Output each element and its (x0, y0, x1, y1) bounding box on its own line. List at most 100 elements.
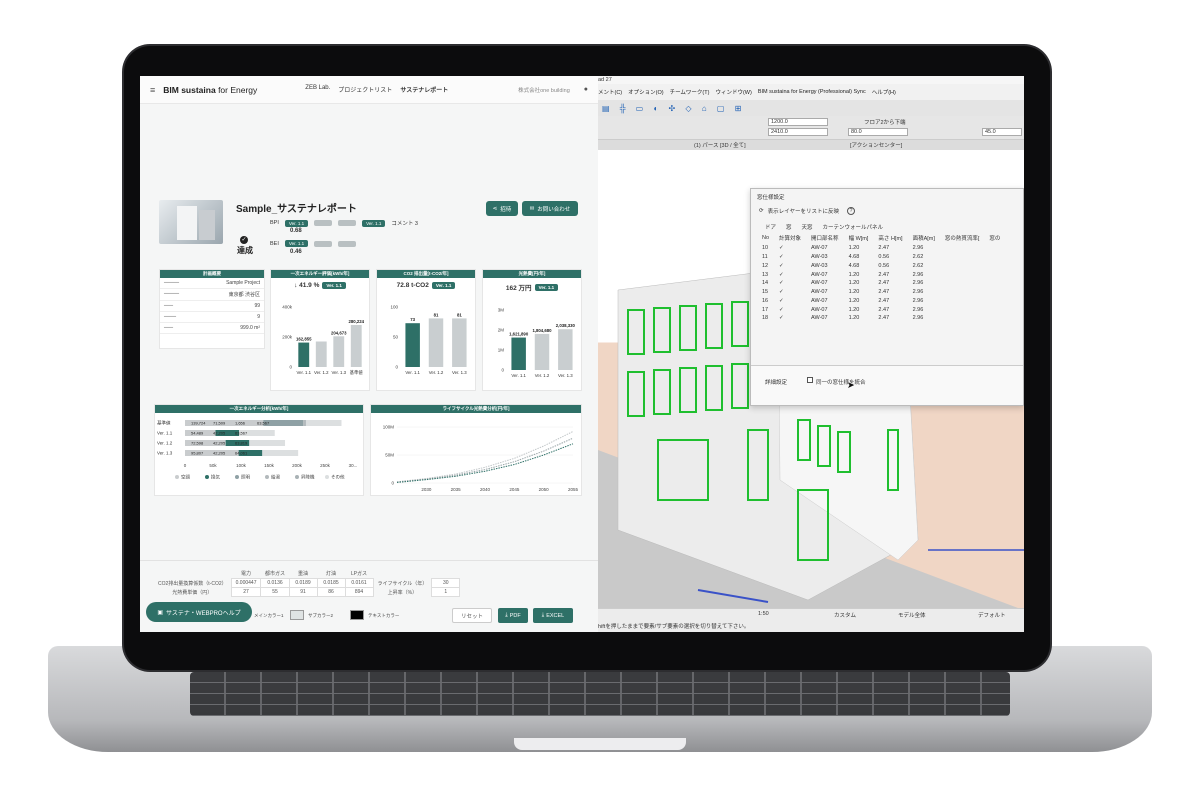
nav-link-sustaina-report[interactable]: サステナレポート (400, 85, 448, 94)
angle-field[interactable]: 45.0 (982, 128, 1022, 136)
menu-item[interactable]: BIM sustaina for Energy (Professional) S… (758, 89, 866, 95)
category-label: Ver. 1.2 (157, 441, 173, 446)
column-header[interactable]: 窓の熱貫流率[ (940, 233, 985, 244)
table-row[interactable]: 16 ✓ AW-07 1.20 2.47 2.96 (757, 296, 1005, 305)
unit-cost-input[interactable]: 27 (230, 587, 262, 597)
column-header[interactable]: 開口部名称 (806, 233, 844, 244)
view-tabs: (1) パース [3D / 全て] [アクションセンター] (598, 140, 1024, 150)
menu-item[interactable]: チームワーク(T) (670, 88, 710, 96)
reflect-layer-row[interactable]: ⟳ 表示レイヤーをリストに反映 ? (751, 205, 1023, 217)
hamburger-menu-icon[interactable]: ≡ (150, 85, 155, 95)
color1-label: メインカラー1 (254, 613, 284, 618)
table-row[interactable]: 13 ✓ AW-07 1.20 2.47 2.96 (757, 270, 1005, 279)
tab-perspective[interactable]: (1) パース [3D / 全て] (694, 141, 746, 149)
co2-coef-input[interactable]: 0.0161 (344, 578, 374, 588)
tool-icons[interactable]: ▤ ╬ ▭ ◐ ✣ ◇ ⌂ ▢ ⊞ (602, 104, 745, 113)
x-tick-label: 2050 (539, 487, 550, 492)
excel-button[interactable]: ⤓ EXCEL (533, 608, 573, 623)
rise-rate-input[interactable]: 1 (431, 587, 461, 597)
table-cell: 18 (762, 315, 769, 322)
table-cell: 1.20 (848, 289, 860, 296)
default-select[interactable]: デフォルト (978, 611, 1006, 619)
column-header[interactable]: No (757, 233, 774, 244)
bpi-label: BPI (270, 220, 279, 226)
custom-select[interactable]: カスタム (834, 611, 856, 619)
column-header[interactable]: 面積A[m] (908, 233, 940, 244)
nav-link-zeb-lab[interactable]: ZEB Lab. (305, 85, 330, 94)
user-icon[interactable]: ● (584, 86, 588, 93)
table-row[interactable]: 17 ✓ AW-07 1.20 2.47 2.96 (757, 305, 1005, 314)
analysis-header: 一次エネルギー分析[kWh/年] (155, 405, 363, 413)
coefficient-table: 電力 都市ガス 重油 灯油 LPガス CO2排出量換算係数（t-CO2） 0.0… (154, 569, 461, 597)
app-logo[interactable]: BIM sustaina for Energy (163, 85, 257, 95)
reset-button[interactable]: リセット (452, 608, 492, 623)
menu-item[interactable]: ヘルプ(H) (872, 88, 896, 96)
merge-checkbox[interactable] (807, 377, 813, 383)
contact-button[interactable]: ✉ お問い合わせ (522, 201, 578, 216)
table-cell: 1.20 (848, 271, 860, 278)
table-cell: 1.20 (848, 306, 860, 313)
co2-coefficient-row: CO2排出量換算係数（t-CO2） 0.000447 0.0136 0.0189… (154, 578, 461, 588)
table-cell: ✓ (779, 262, 784, 269)
table-cell: 1.20 (848, 315, 860, 322)
text-color-swatch[interactable] (350, 610, 364, 620)
column-header[interactable]: 幅 W[m] (844, 233, 874, 244)
data-label: 42,205 (213, 441, 226, 446)
tab-window[interactable]: 窓 (786, 223, 792, 231)
menu-item[interactable]: ウィンドウ(W) (715, 88, 751, 96)
lifecycle-input[interactable]: 30 (431, 578, 461, 588)
floor-field[interactable]: 80.0 (848, 128, 908, 136)
unit-cost-input[interactable]: 91 (288, 587, 318, 597)
detail-settings-button[interactable]: 詳細設定 (765, 378, 787, 386)
dim2-field[interactable]: 2410.0 (768, 128, 828, 136)
table-row[interactable]: 12 ✓ AW-03 4.68 0.56 2.62 (757, 261, 1005, 270)
x-tick-label: 250k (320, 463, 331, 468)
menu-item[interactable]: オプション(O) (628, 88, 663, 96)
help-circle-icon[interactable]: ? (846, 207, 855, 215)
column-header[interactable]: 高さ H[m] (873, 233, 907, 244)
column-header[interactable]: 計算対象 (774, 233, 806, 244)
bar (558, 329, 573, 370)
comment-count[interactable]: コメント 3 (391, 219, 418, 227)
unit-cost-input[interactable]: 55 (260, 587, 290, 597)
table-cell: 12 (762, 262, 769, 269)
help-button[interactable]: ▣ サステナ・WEBPROヘルプ (146, 602, 252, 622)
tab-action-center[interactable]: [アクションセンター] (850, 141, 902, 149)
table-cell: AW-07 (811, 271, 828, 278)
dim1-field[interactable]: 1200.0 (768, 118, 828, 126)
table-row[interactable]: 14 ✓ AW-07 1.20 2.47 2.96 (757, 279, 1005, 288)
table-row[interactable]: 10 ✓ AW-07 1.20 2.47 2.96 (757, 244, 1005, 253)
bar (428, 318, 444, 367)
color2-label: サブカラー2 (308, 613, 334, 618)
bar (405, 323, 420, 367)
bei-row: BEI Ver. 1.1 (270, 240, 357, 247)
pdf-button[interactable]: ⤓ PDF (498, 608, 528, 623)
x-tick-label: 2055 (568, 487, 579, 492)
model-all-select[interactable]: モデル全体 (898, 611, 926, 619)
tab-skylight[interactable]: 天窓 (802, 223, 813, 231)
co2-coef-input[interactable]: 0.000447 (230, 578, 262, 588)
co2-coef-input[interactable]: 0.0189 (288, 578, 318, 588)
x-tick-label: Ver. 1.3 (331, 370, 346, 375)
table-row[interactable]: 11 ✓ AW-03 4.68 0.56 2.62 (757, 253, 1005, 262)
column-header[interactable]: 窓の (984, 233, 1005, 244)
nav-link-project-list[interactable]: プロジェクトリスト (338, 85, 392, 94)
co2-coef-input[interactable]: 0.0136 (260, 578, 290, 588)
table-cell: 0.56 (878, 262, 890, 269)
co2-coef-input[interactable]: 0.0185 (316, 578, 346, 588)
share-button[interactable]: ⋖ 招待 (486, 201, 518, 216)
menu-item[interactable]: メント(C) (598, 88, 622, 96)
cost-card: 光熱費[円/年] 162 万円 Ver. 1.1 0 1M 2M 3M 1,621,890… (482, 269, 582, 391)
color2-swatch[interactable] (290, 610, 304, 620)
mail-icon: ✉ (529, 205, 535, 212)
scale-select[interactable]: 1:50 (758, 611, 769, 617)
tab-curtain-wall[interactable]: カーテンウォールパネル (823, 223, 884, 231)
tab-door[interactable]: ドア (765, 223, 776, 231)
info-box: 1200.0 2410.0 フロア2から下端 80.0 45.0 (598, 116, 1024, 140)
unit-cost-input[interactable]: 894 (344, 587, 374, 597)
x-tick-label: 2035 (451, 487, 462, 492)
table-row[interactable]: 15 ✓ AW-07 1.20 2.47 2.96 (757, 288, 1005, 297)
unit-cost-row: 光熱費単価（円） 27 55 91 86 894 上昇率（%） 1 (154, 587, 461, 597)
table-row[interactable]: 18 ✓ AW-07 1.20 2.47 2.96 (757, 314, 1005, 323)
unit-cost-input[interactable]: 86 (316, 587, 346, 597)
